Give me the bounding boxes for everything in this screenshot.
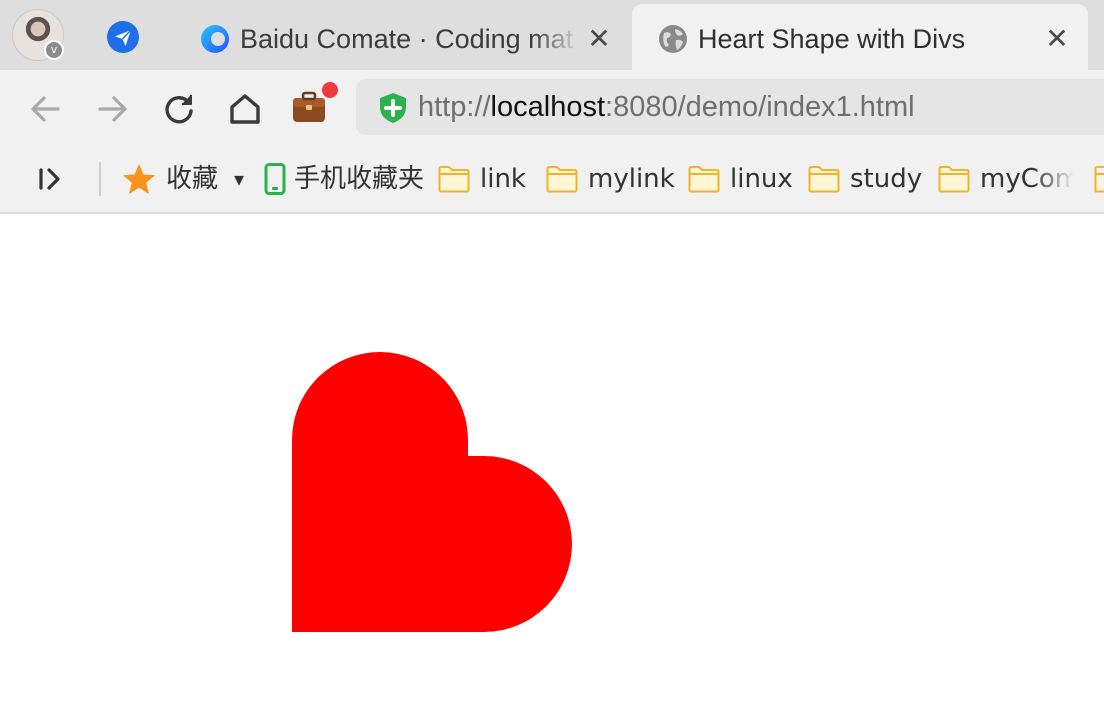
folder-icon [808,166,840,193]
bookmark-label: mylink [588,164,675,194]
folder-icon [938,166,970,193]
bookmark-label: link [480,164,526,194]
bookmark-label: 手机收藏夹 [294,164,425,194]
folder-icon[interactable] [1094,162,1104,196]
page-viewport [0,214,1104,726]
bookmark-label: myCom [980,164,1074,194]
folder-icon [688,166,720,193]
url-host: localhost [490,91,606,123]
bookmark-folder-linux[interactable]: linux [688,162,793,196]
navigation-toolbar: http://localhost:8080/demo/index1.html [0,70,1104,146]
url-scheme: http:// [418,91,491,123]
star-icon [123,164,155,194]
sidebar-toggle-icon[interactable] [36,162,66,196]
chevron-down-icon[interactable]: ▾ [234,162,244,196]
heart-right-lobe [292,456,572,632]
toolbar-divider [99,162,101,196]
bookmarks-bar: 收藏 ▾ 手机收藏夹 link mylink linux study myCom [0,146,1104,214]
bookmark-folder-link[interactable]: link [438,162,526,196]
bookmark-label: study [850,164,923,194]
send-icon[interactable] [106,20,140,54]
browser-window: v Baidu Comate · Coding mat ✕ Heart Shap… [0,0,1104,726]
forward-arrow-icon[interactable] [94,90,132,128]
globe-icon [659,25,687,53]
heart-shape [292,352,572,632]
tab-title: Heart Shape with Divs [698,24,966,54]
comate-icon [201,25,229,53]
shield-icon[interactable] [378,92,408,124]
home-icon[interactable] [226,90,264,128]
tab-heart-shape[interactable]: Heart Shape with Divs ✕ [632,4,1088,70]
close-tab-button[interactable]: ✕ [584,24,614,54]
url-path: :8080/demo/index1.html [605,91,915,123]
bookmark-label: linux [730,164,793,194]
bookmark-folder-mylink[interactable]: mylink [546,162,675,196]
mobile-phone-icon [264,163,286,195]
tab-baidu-comate[interactable]: Baidu Comate · Coding mat ✕ [182,4,628,70]
bookmark-folder-study[interactable]: study [808,162,922,196]
tab-strip: v Baidu Comate · Coding mat ✕ Heart Shap… [0,0,1104,70]
tab-title: Baidu Comate · Coding mat [240,24,574,54]
close-tab-button[interactable]: ✕ [1042,24,1072,54]
profile-badge: v [44,40,64,60]
bookmark-label: 收藏 [166,164,219,194]
folder-icon [546,166,578,193]
folder-icon [438,166,470,193]
bookmark-favorites[interactable]: 收藏 [122,162,218,196]
bookmark-mobile-favorites[interactable]: 手机收藏夹 [264,162,424,196]
back-arrow-icon[interactable] [26,90,64,128]
reload-icon[interactable] [160,90,198,128]
address-bar[interactable]: http://localhost:8080/demo/index1.html [356,79,1104,135]
notification-dot [322,82,338,98]
url-text[interactable]: http://localhost:8080/demo/index1.html [418,90,915,124]
bookmark-folder-mycom[interactable]: myCom [938,162,1074,196]
